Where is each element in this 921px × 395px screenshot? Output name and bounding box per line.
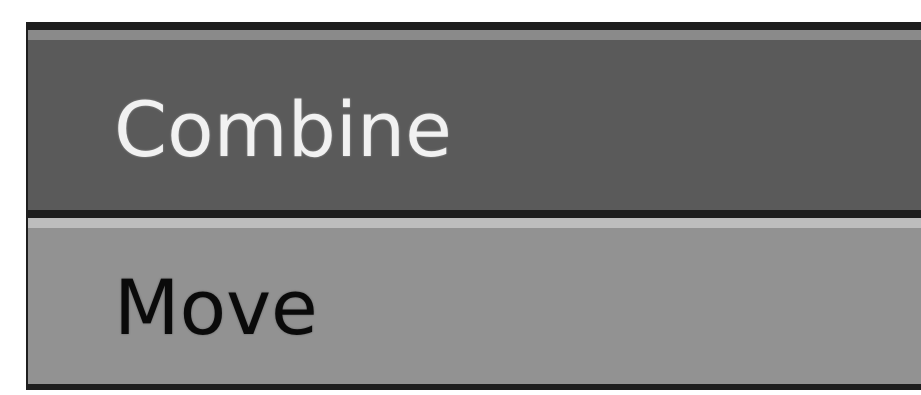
menu-item-move[interactable]: Move (28, 218, 921, 384)
menu-item-combine[interactable]: Combine (28, 30, 921, 210)
menu-item-label: Move (114, 263, 318, 352)
menu-item-label: Combine (114, 85, 452, 174)
context-menu: Combine Move (26, 22, 921, 390)
